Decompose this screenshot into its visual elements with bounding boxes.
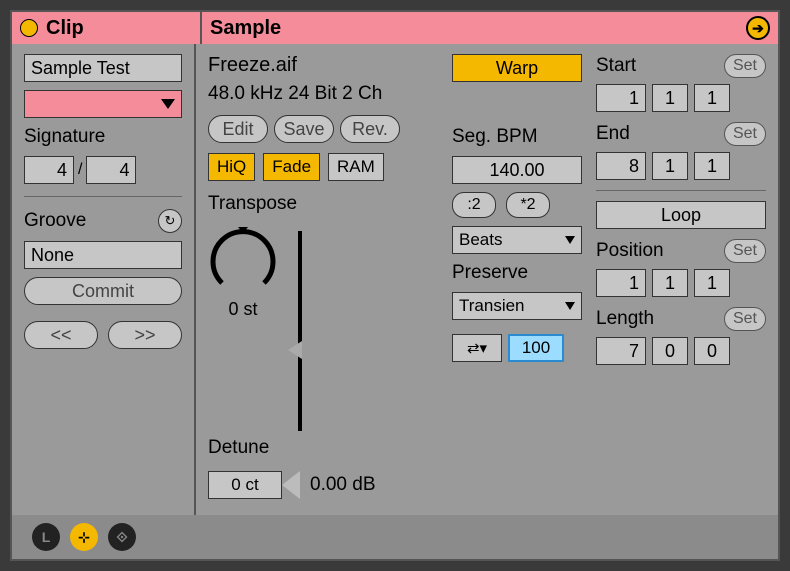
preserve-dropdown[interactable]: Transien xyxy=(452,292,582,320)
seg-bpm-field[interactable]: 140.00 xyxy=(452,156,582,184)
signature-label: Signature xyxy=(24,126,182,148)
start-beat[interactable]: 1 xyxy=(652,84,688,112)
start-sixteenth[interactable]: 1 xyxy=(694,84,730,112)
warp-mode-dropdown[interactable]: Beats xyxy=(452,226,582,254)
footer: L ⊹ ⟐ xyxy=(12,515,778,559)
reverse-button[interactable]: Rev. xyxy=(340,115,400,143)
groove-hotswap-icon[interactable]: ↻ xyxy=(158,209,182,233)
ram-toggle[interactable]: RAM xyxy=(328,153,384,181)
gain-value: 0.00 dB xyxy=(310,474,376,496)
edit-button[interactable]: Edit xyxy=(208,115,268,143)
commit-button[interactable]: Commit xyxy=(24,277,182,305)
length-set-button[interactable]: Set xyxy=(724,307,766,331)
clip-active-dot-icon[interactable] xyxy=(20,19,38,37)
clip-color-dropdown[interactable] xyxy=(24,90,182,118)
position-beat[interactable]: 1 xyxy=(652,269,688,297)
length-bar[interactable]: 7 xyxy=(596,337,646,365)
end-label: End xyxy=(596,123,630,145)
transpose-value: 0 st xyxy=(228,299,257,320)
detune-field[interactable]: 0 ct xyxy=(208,471,282,499)
dropdown-triangle-icon xyxy=(565,302,575,310)
end-bar[interactable]: 8 xyxy=(596,152,646,180)
hiq-toggle[interactable]: HiQ xyxy=(208,153,255,181)
detune-label: Detune xyxy=(208,437,438,459)
warp-mode-value: Beats xyxy=(459,230,502,250)
clip-name-field[interactable]: Sample Test xyxy=(24,54,182,82)
length-beat[interactable]: 0 xyxy=(652,337,688,365)
loop-toggle[interactable]: Loop xyxy=(596,201,766,229)
start-bar[interactable]: 1 xyxy=(596,84,646,112)
clip-header: Clip xyxy=(12,12,202,44)
end-set-button[interactable]: Set xyxy=(724,122,766,146)
position-bar[interactable]: 1 xyxy=(596,269,646,297)
groove-label: Groove xyxy=(24,210,86,232)
gain-slider[interactable] xyxy=(298,231,302,431)
separator xyxy=(596,190,766,191)
signature-numerator[interactable]: 4 xyxy=(24,156,74,184)
start-label: Start xyxy=(596,55,636,77)
clip-header-title: Clip xyxy=(46,17,84,40)
groove-select[interactable]: None xyxy=(24,241,182,269)
end-sixteenth[interactable]: 1 xyxy=(694,152,730,180)
sample-fileinfo: 48.0 kHz 24 Bit 2 Ch xyxy=(208,83,438,105)
position-sixteenth[interactable]: 1 xyxy=(694,269,730,297)
dropdown-triangle-icon xyxy=(565,236,575,244)
preserve-value: Transien xyxy=(459,296,525,316)
fade-toggle[interactable]: Fade xyxy=(263,153,320,181)
separator xyxy=(24,196,182,197)
launch-arrow-icon[interactable]: ➔ xyxy=(746,16,770,40)
dropdown-triangle-icon xyxy=(161,99,175,109)
seg-bpm-label: Seg. BPM xyxy=(452,126,582,148)
signature-slash: / xyxy=(78,161,82,179)
tempo-double-button[interactable]: *2 xyxy=(506,192,550,218)
length-sixteenth[interactable]: 0 xyxy=(694,337,730,365)
start-set-button[interactable]: Set xyxy=(724,54,766,78)
sample-filename: Freeze.aif xyxy=(208,54,438,77)
position-label: Position xyxy=(596,240,664,262)
nudge-back-button[interactable]: << xyxy=(24,321,98,349)
sample-header-title: Sample xyxy=(210,17,281,40)
sample-header: Sample ➔ xyxy=(202,12,778,44)
nudge-forward-button[interactable]: >> xyxy=(108,321,182,349)
length-label: Length xyxy=(596,308,654,330)
transpose-knob[interactable] xyxy=(208,227,278,297)
sample-panel: Freeze.aif 48.0 kHz 24 Bit 2 Ch Edit Sav… xyxy=(196,44,778,515)
position-set-button[interactable]: Set xyxy=(724,239,766,263)
footer-l-button[interactable]: L xyxy=(32,523,60,551)
footer-sample-button[interactable]: ⊹ xyxy=(70,523,98,551)
clip-panel: Sample Test Signature 4 / 4 Groove ↻ Non… xyxy=(12,44,196,515)
detune-triangle-icon xyxy=(282,471,300,499)
preserve-label: Preserve xyxy=(452,262,582,284)
transpose-label: Transpose xyxy=(208,193,438,215)
gain-slider-thumb-icon xyxy=(288,341,302,359)
end-beat[interactable]: 1 xyxy=(652,152,688,180)
tempo-half-button[interactable]: :2 xyxy=(452,192,496,218)
signature-denominator[interactable]: 4 xyxy=(86,156,136,184)
save-button[interactable]: Save xyxy=(274,115,334,143)
warp-toggle[interactable]: Warp xyxy=(452,54,582,82)
loop-mode-dropdown[interactable]: ⇄▾ xyxy=(452,334,502,362)
footer-envelope-button[interactable]: ⟐ xyxy=(108,523,136,551)
transient-resolution-field[interactable]: 100 xyxy=(508,334,564,362)
